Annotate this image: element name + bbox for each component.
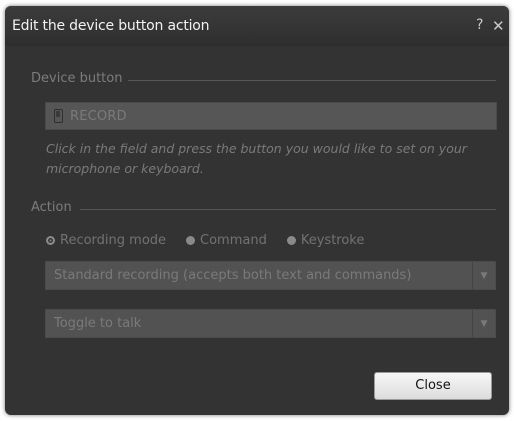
title-bar: Edit the device button action ? ✕ bbox=[5, 6, 509, 46]
radio-label: Recording mode bbox=[60, 232, 167, 248]
section-divider bbox=[80, 209, 496, 210]
radio-icon bbox=[186, 235, 196, 245]
dialog-title: Edit the device button action bbox=[12, 18, 210, 34]
radio-keystroke[interactable]: Keystroke bbox=[286, 232, 365, 248]
help-icon[interactable]: ? bbox=[476, 17, 483, 33]
dropdown-value: Standard recording (accepts both text an… bbox=[54, 268, 412, 283]
device-icon bbox=[54, 109, 63, 123]
close-icon[interactable]: ✕ bbox=[492, 17, 505, 35]
action-section-label: Action bbox=[31, 200, 72, 215]
device-button-section-label: Device button bbox=[31, 71, 123, 86]
radio-command[interactable]: Command bbox=[186, 233, 267, 248]
close-button[interactable]: Close bbox=[374, 372, 492, 400]
chevron-down-icon[interactable]: ▼ bbox=[472, 262, 495, 289]
section-divider bbox=[128, 80, 496, 81]
radio-icon bbox=[286, 235, 296, 245]
radio-recording-mode[interactable]: Recording mode bbox=[46, 233, 166, 248]
radio-selected-icon bbox=[46, 235, 55, 245]
dropdown-value: Toggle to talk bbox=[54, 316, 142, 331]
edit-device-button-dialog: Edit the device button action ? ✕ Device… bbox=[5, 6, 509, 415]
device-button-value: RECORD bbox=[70, 109, 127, 124]
action-radio-group: Recording mode Command Keystroke bbox=[46, 231, 384, 249]
recording-mode-dropdown[interactable]: Standard recording (accepts both text an… bbox=[45, 261, 496, 290]
radio-label: Keystroke bbox=[300, 232, 365, 248]
device-button-hint: Click in the field and press the button … bbox=[46, 141, 467, 176]
toggle-dropdown[interactable]: Toggle to talk ▼ bbox=[45, 309, 496, 338]
device-button-field[interactable]: RECORD bbox=[45, 102, 497, 130]
radio-label: Command bbox=[200, 232, 267, 248]
chevron-down-icon[interactable]: ▼ bbox=[472, 310, 495, 337]
